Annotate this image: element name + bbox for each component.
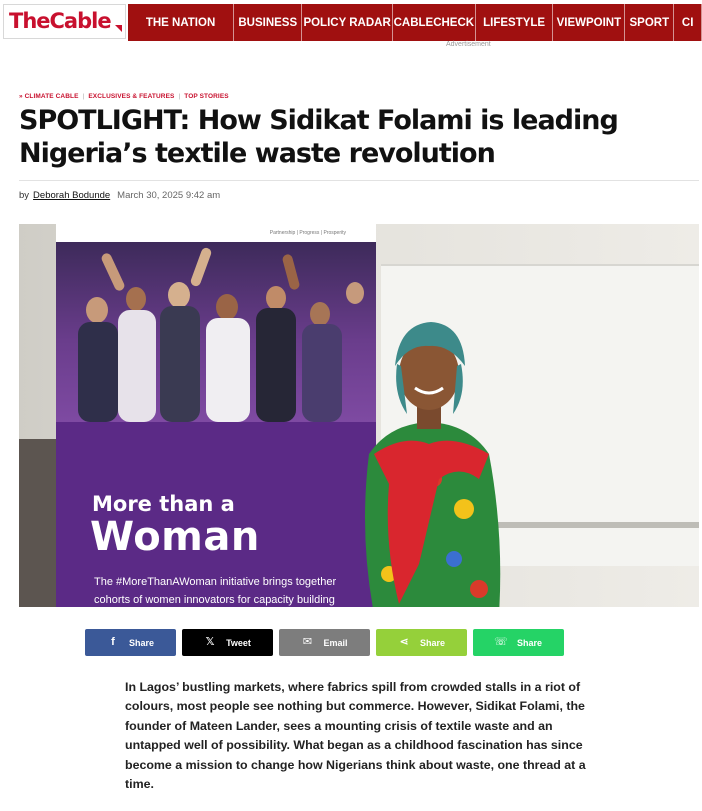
share-button-label: Share — [419, 637, 445, 648]
byline: by Deborah Bodunde March 30, 2025 9:42 a… — [19, 190, 220, 201]
banner-headline-line-2: Woman — [90, 514, 260, 560]
author-link[interactable]: Deborah Bodunde — [33, 190, 110, 201]
site-header: TheCable THE NATION BUSINESS POLICY RADAR C… — [0, 4, 702, 41]
featured-person-figure — [365, 322, 501, 607]
banner-top-strip: Partnership | Progress | Prosperity — [56, 224, 376, 242]
facebook-share-button[interactable]: f Share — [85, 629, 176, 656]
share-button-label: Share — [128, 637, 154, 648]
share-bar: f Share 𝕏 Tweet ✉ Email ⋖ Share ☏ Share — [85, 629, 565, 656]
category-link[interactable]: TOP STORIES — [184, 93, 228, 100]
email-share-button[interactable]: ✉ Email — [279, 629, 370, 656]
banner-crowd-photo — [56, 242, 376, 422]
facebook-icon: f — [111, 636, 115, 648]
category-breadcrumb: » CLIMATE CABLE | EXCLUSIVES & FEATURES | TO… — [19, 93, 229, 100]
article-headline: SPOTLIGHT: How Sidikat Folami is leading… — [19, 105, 619, 169]
whatsapp-share-button[interactable]: ☏ Share — [473, 629, 564, 656]
byline-prefix: by — [19, 190, 30, 201]
category-separator: | — [178, 93, 181, 100]
nav-item-viewpoint[interactable]: VIEWPOINT — [553, 4, 626, 41]
category-separator: | — [82, 93, 85, 100]
banner-caption-line-2: cohorts of women innovators for capacity… — [94, 594, 335, 606]
banner-top-text: Partnership | Progress | Prosperity — [269, 230, 346, 236]
x-icon: 𝕏 — [205, 636, 215, 648]
nav-item-policy-radar[interactable]: POLICY RADAR — [302, 4, 393, 41]
share-share-button[interactable]: ⋖ Share — [376, 629, 467, 656]
share-button-label: Email — [323, 637, 348, 648]
share-button-label: Tweet — [226, 637, 251, 648]
nav-item-sport[interactable]: SPORT — [625, 4, 675, 41]
nav-item-the-nation[interactable]: THE NATION — [128, 4, 235, 41]
category-link[interactable]: EXCLUSIVES & FEATURES — [88, 93, 174, 100]
share-button-label: Share — [516, 637, 542, 648]
publish-date: March 30, 2025 9:42 am — [117, 190, 221, 201]
rollup-banner: Partnership | Progress | Prosperity More… — [56, 224, 376, 607]
nav-item-lifestyle[interactable]: LIFESTYLE — [476, 4, 554, 41]
article-intro-paragraph: In Lagos’ bustling markets, where fabric… — [125, 680, 586, 792]
headline-divider — [19, 180, 699, 181]
logo-arrow-icon — [115, 25, 122, 32]
main-nav: THE NATION BUSINESS POLICY RADAR CABLECHECK… — [128, 4, 702, 41]
logo-text: TheCable — [9, 9, 112, 33]
nav-item-business[interactable]: BUSINESS — [234, 4, 303, 41]
banner-caption-line-1: The #MoreThanAWoman initiative brings to… — [94, 576, 337, 588]
x-share-button[interactable]: 𝕏 Tweet — [182, 629, 273, 656]
category-link[interactable]: » CLIMATE CABLE — [19, 93, 79, 100]
banner-headline-line-1: More than a — [92, 492, 235, 516]
advertisement-label: Advertisement — [446, 41, 491, 48]
nav-item-cablecheck[interactable]: CABLECHECK — [393, 4, 476, 41]
share-icon: ⋖ — [399, 636, 409, 648]
nav-item-ci[interactable]: CI — [674, 4, 702, 41]
site-logo[interactable]: TheCable — [3, 4, 126, 39]
email-icon: ✉ — [302, 636, 313, 648]
whatsapp-icon: ☏ — [494, 636, 508, 648]
hero-image: Partnership | Progress | Prosperity More… — [19, 224, 699, 607]
